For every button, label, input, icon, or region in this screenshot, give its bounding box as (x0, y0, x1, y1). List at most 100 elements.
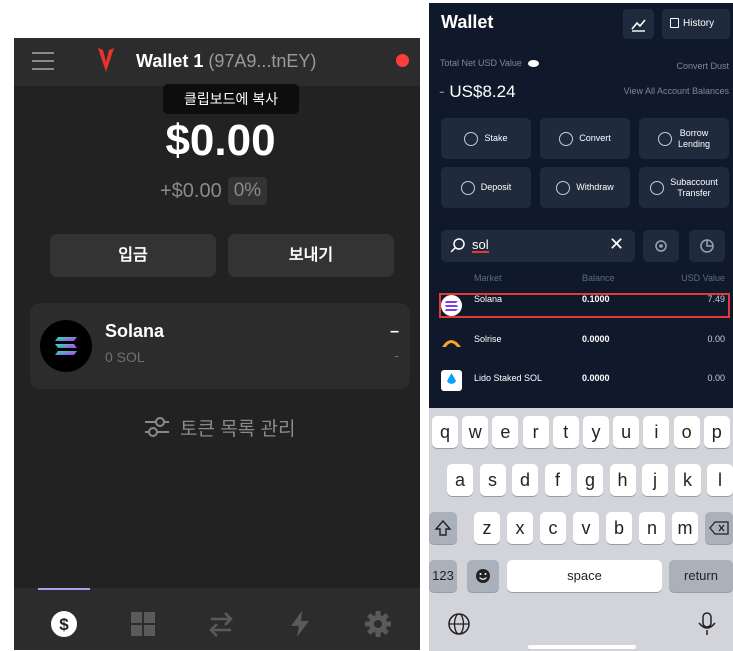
stake-icon (464, 131, 479, 146)
gear-icon[interactable] (364, 610, 392, 638)
transfer-icon (650, 180, 665, 195)
grid-icon[interactable] (129, 610, 157, 638)
key-u[interactable]: u (613, 416, 640, 448)
key-g[interactable]: g (577, 464, 603, 496)
solana-coin-icon (441, 295, 462, 316)
wallet-selector[interactable]: Wallet 1 (97A9...tnEY) (136, 51, 316, 72)
chart-icon (631, 19, 646, 32)
history-icon (670, 18, 679, 29)
key-m[interactable]: m (672, 512, 698, 544)
clear-icon[interactable]: ✕ (609, 234, 624, 255)
total-value-label: Total Net USD Value (440, 58, 540, 68)
search-input[interactable]: sol ✕ (441, 230, 635, 262)
wallet-name: Wallet 1 (136, 51, 204, 71)
chart-button[interactable] (623, 9, 654, 39)
key-l[interactable]: l (707, 464, 733, 496)
wallet-address[interactable]: (97A9...tnEY) (208, 51, 316, 71)
solana-logo-icon (40, 320, 92, 372)
shift-icon (434, 519, 452, 536)
status-dot (396, 54, 409, 67)
key-r[interactable]: r (522, 416, 549, 448)
column-usd-value: USD Value (681, 273, 725, 283)
token-change: - (394, 347, 399, 363)
return-key[interactable]: return (669, 560, 733, 592)
search-query: sol (472, 237, 489, 253)
row-name: Solrise (474, 334, 502, 344)
settings-button[interactable] (643, 230, 679, 262)
shift-key[interactable] (429, 512, 457, 544)
action-withdraw-button[interactable]: Withdraw (540, 167, 630, 208)
key-w[interactable]: w (462, 416, 489, 448)
brand-logo-icon (98, 48, 114, 72)
action-borrow-button[interactable]: Borrow Lending (639, 118, 729, 159)
row-balance: 0.0000 (582, 373, 610, 383)
key-a[interactable]: a (447, 464, 473, 496)
action-label: Deposit (480, 182, 512, 192)
convert-dust-link[interactable]: Convert Dust (676, 61, 729, 71)
svg-text:$: $ (59, 615, 69, 634)
backspace-key[interactable] (705, 512, 733, 544)
onscreen-keyboard: qwertyuiop asdfghjkl zxcvbnm 123 space r… (429, 408, 733, 651)
emoji-key[interactable] (467, 560, 499, 592)
key-i[interactable]: i (643, 416, 670, 448)
history-button[interactable]: History (662, 9, 730, 39)
key-t[interactable]: t (552, 416, 579, 448)
deposit-button[interactable]: 입금 (50, 234, 216, 277)
key-n[interactable]: n (639, 512, 665, 544)
token-row-solana[interactable]: Solana 0 SOL – - (30, 303, 410, 389)
globe-icon[interactable] (447, 612, 471, 636)
total-value-text: Total Net USD Value (440, 58, 522, 68)
key-x[interactable]: x (507, 512, 533, 544)
phantom-wallet-screen: Wallet 1 (97A9...tnEY) 클립보드에 복사 $0.00 +$… (14, 38, 420, 650)
row-name: Solana (474, 294, 503, 304)
key-h[interactable]: h (609, 464, 636, 496)
key-b[interactable]: b (606, 512, 632, 544)
key-k[interactable]: k (674, 464, 701, 496)
key-c[interactable]: c (540, 512, 566, 544)
action-stake-button[interactable]: Stake (441, 118, 531, 159)
numbers-key[interactable]: 123 (429, 560, 457, 592)
pie-chart-icon (700, 239, 714, 253)
lightning-icon[interactable] (286, 610, 314, 638)
action-convert-button[interactable]: Convert (540, 118, 630, 159)
column-market: Market (474, 273, 502, 283)
row-balance: 0.1000 (582, 294, 610, 304)
key-q[interactable]: q (432, 416, 458, 448)
row-usd: 0.00 (707, 373, 725, 383)
key-z[interactable]: z (474, 512, 500, 544)
menu-icon[interactable] (32, 52, 54, 70)
key-p[interactable]: p (703, 416, 730, 448)
key-o[interactable]: o (673, 416, 700, 448)
send-button[interactable]: 보내기 (228, 234, 394, 277)
manage-token-list-button[interactable]: 토큰 목록 관리 (144, 414, 295, 440)
action-transfer-button[interactable]: Subaccount Transfer (639, 167, 729, 208)
usd-balance: - US$8.24 (439, 82, 516, 102)
dollar-icon[interactable]: $ (50, 610, 78, 638)
change-percent: 0% (227, 177, 268, 205)
withdraw-icon (556, 180, 571, 195)
microphone-icon[interactable] (697, 611, 717, 637)
action-label: Convert (579, 133, 611, 143)
column-balance: Balance (582, 273, 615, 283)
pie-chart-button[interactable] (689, 230, 725, 262)
sliders-icon (145, 417, 169, 437)
key-v[interactable]: v (573, 512, 599, 544)
view-all-balances-link[interactable]: View All Account Balances (624, 86, 729, 96)
key-y[interactable]: y (583, 416, 609, 448)
eye-icon[interactable] (528, 60, 540, 68)
manage-token-label: 토큰 목록 관리 (180, 418, 296, 440)
search-icon (450, 238, 465, 253)
key-s[interactable]: s (479, 464, 506, 496)
backspace-icon (709, 521, 729, 535)
action-deposit-button[interactable]: Deposit (441, 167, 531, 208)
swap-icon[interactable] (207, 610, 235, 638)
key-j[interactable]: j (642, 464, 668, 496)
history-label: History (683, 18, 715, 29)
key-e[interactable]: e (492, 416, 519, 448)
action-label: Subaccount Transfer (670, 176, 718, 198)
key-d[interactable]: d (512, 464, 538, 496)
balance-change: +$0.00 0% (160, 176, 268, 206)
page-title: Wallet (441, 12, 494, 32)
space-key[interactable]: space (507, 560, 662, 592)
key-f[interactable]: f (544, 464, 571, 496)
